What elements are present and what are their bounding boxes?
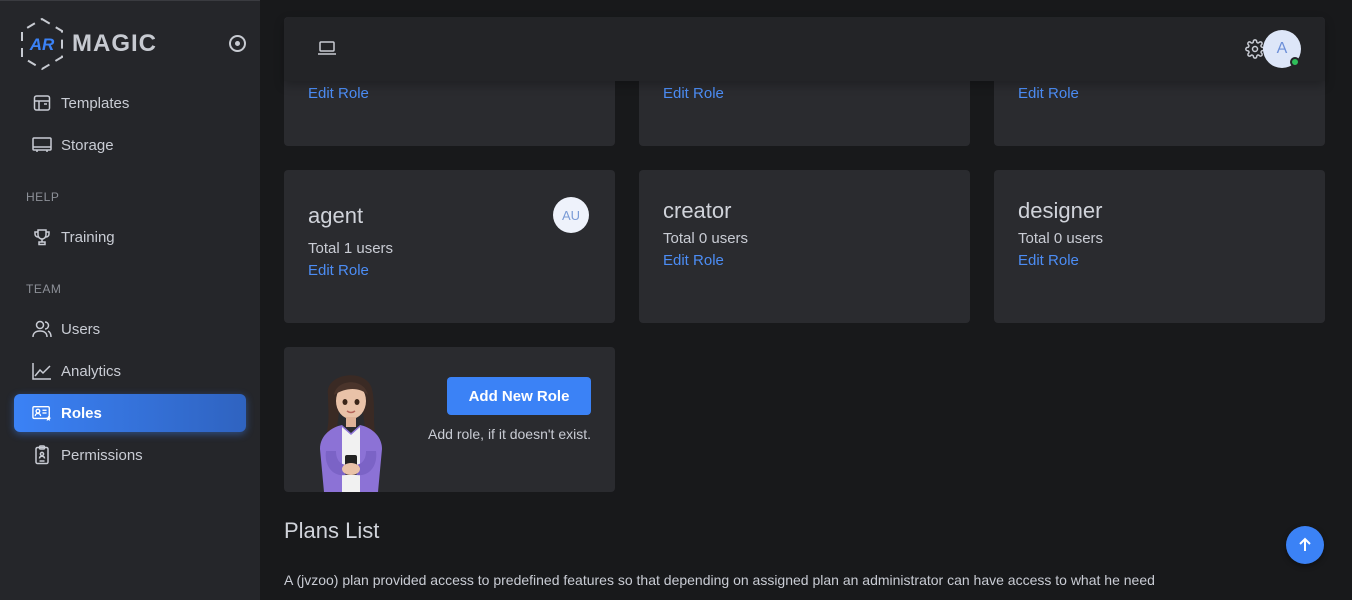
role-name: designer (1018, 198, 1103, 223)
sidebar-item-label: Analytics (61, 362, 122, 380)
sidebar-item-label: Users (61, 320, 101, 338)
role-user-count: Total 0 users (1018, 230, 1104, 247)
sidebar: AR MAGIC Templates Storage HELP Training… (0, 0, 260, 600)
edit-role-link[interactable]: Edit Role (1018, 85, 1079, 102)
trophy-icon (32, 227, 52, 247)
storage-icon (32, 135, 52, 155)
edit-role-link[interactable]: Edit Role (663, 252, 724, 269)
sidebar-item-storage[interactable]: Storage (14, 126, 246, 164)
sidebar-collapse-button[interactable] (229, 35, 246, 52)
sidebar-item-label: Templates (61, 94, 130, 112)
section-label-team: TEAM (26, 282, 62, 296)
laptop-icon[interactable] (317, 39, 337, 62)
edit-role-link[interactable]: Edit Role (1018, 252, 1079, 269)
role-user-count: Total 1 users (308, 240, 394, 257)
role-card-creator: creator Total 0 users Edit Role (639, 170, 970, 323)
brand[interactable]: AR MAGIC (18, 17, 157, 71)
sidebar-item-analytics[interactable]: Analytics (14, 352, 246, 390)
edit-role-link[interactable]: Edit Role (308, 262, 369, 279)
svg-text:AR: AR (29, 35, 55, 54)
sidebar-item-label: Training (61, 228, 115, 246)
sidebar-item-training[interactable]: Training (14, 218, 246, 256)
template-icon (32, 93, 52, 113)
gear-icon[interactable] (1245, 39, 1265, 64)
sidebar-item-roles[interactable]: Roles (14, 394, 246, 432)
main-content: A Edit Role Edit Role Edit Role agent AU… (260, 0, 1352, 600)
arrow-up-icon (1299, 537, 1311, 551)
users-icon (32, 319, 52, 339)
add-new-role-button[interactable]: Add New Role (447, 377, 591, 415)
plans-description: A (jvzoo) plan provided access to predef… (284, 572, 1155, 588)
scroll-to-top-button[interactable] (1286, 526, 1324, 564)
brand-name: MAGIC (72, 30, 157, 57)
role-name: agent (308, 203, 364, 228)
role-name: creator (663, 198, 732, 223)
permissions-icon (32, 445, 52, 465)
plans-list-title: Plans List (284, 518, 380, 543)
sidebar-item-permissions[interactable]: Permissions (14, 436, 246, 474)
sidebar-item-users[interactable]: Users (14, 310, 246, 348)
role-card-agent: agent AU Total 1 users Edit Role (284, 170, 615, 323)
role-card-designer: designer Total 0 users Edit Role (994, 170, 1325, 323)
sidebar-item-label: Permissions (61, 446, 143, 464)
topbar: A (284, 17, 1325, 81)
analytics-icon (32, 361, 52, 381)
section-label-help: HELP (26, 190, 60, 204)
sidebar-item-label: Storage (61, 136, 114, 154)
sidebar-item-label: Roles (61, 404, 102, 422)
roles-icon (32, 403, 52, 423)
add-role-note: Add role, if it doesn't exist. (428, 426, 591, 442)
edit-role-link[interactable]: Edit Role (663, 85, 724, 102)
character-illustration (320, 375, 382, 492)
sidebar-item-templates[interactable]: Templates (14, 84, 246, 122)
edit-role-link[interactable]: Edit Role (308, 85, 369, 102)
brand-logo-icon: AR (21, 17, 63, 71)
role-user-avatar: AU (553, 197, 589, 233)
add-role-card: Add New Role Add role, if it doesn't exi… (284, 347, 615, 492)
online-status-dot (1290, 57, 1300, 67)
role-user-count: Total 0 users (663, 230, 749, 247)
